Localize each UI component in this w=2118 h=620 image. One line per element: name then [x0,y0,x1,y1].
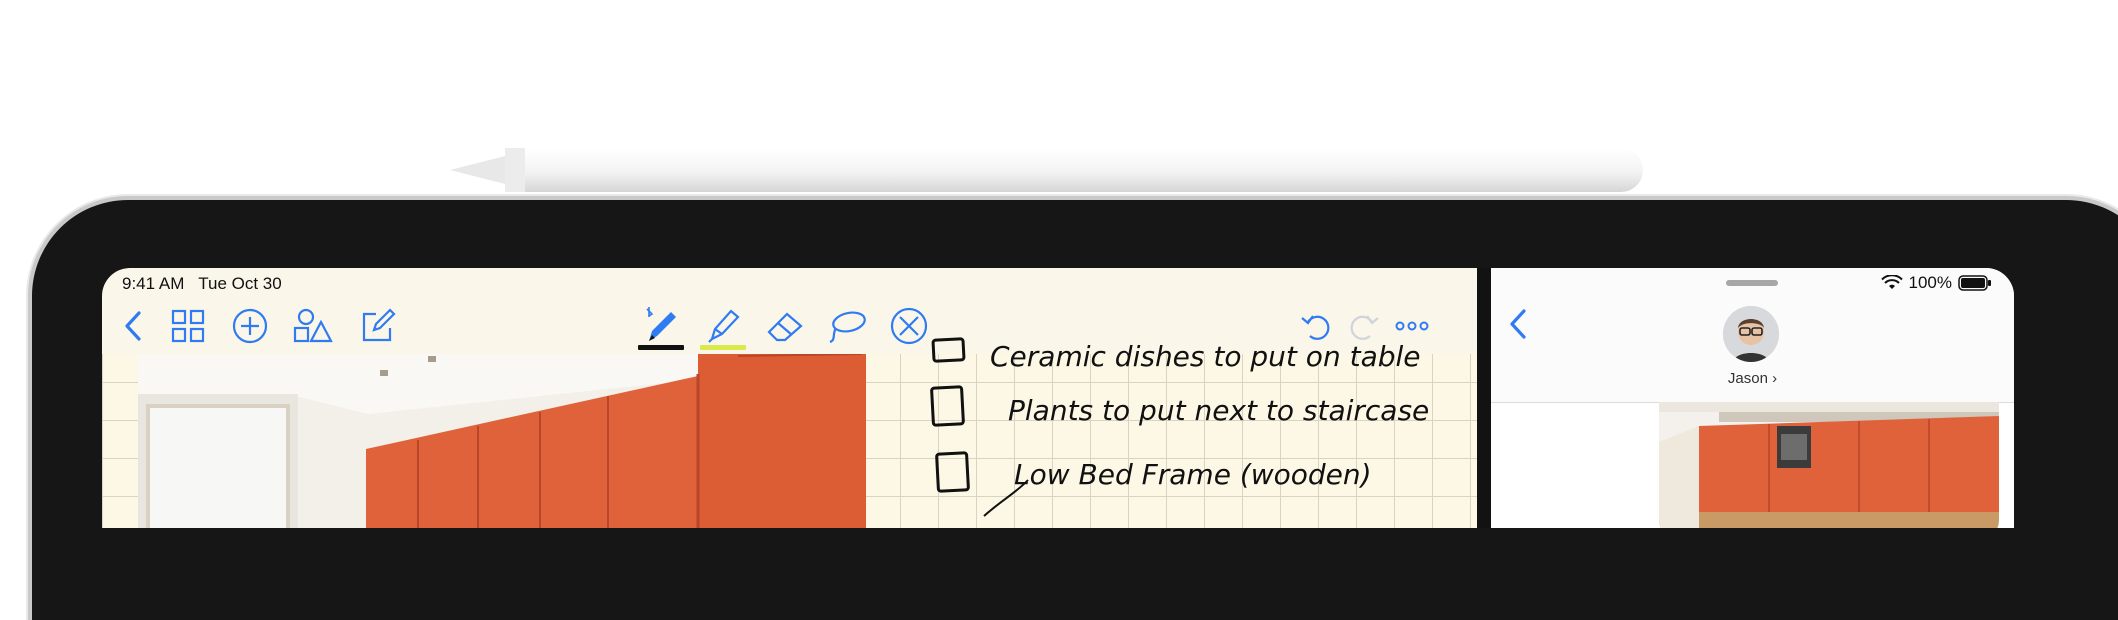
redo-icon [1350,315,1379,340]
contact-name-label: Jason [1727,370,1768,387]
split-view-divider[interactable] [1477,268,1491,528]
kitchen-photo [138,354,866,528]
status-bar-left: 9:41 AM Tue Oct 30 [122,274,282,294]
highlighter-tool[interactable] [700,298,746,354]
note-line: Ceramic dishes to put on table [990,340,1421,373]
apple-pencil [450,148,1643,192]
shapes-icon [293,308,333,343]
lasso-icon [829,311,866,344]
add-button[interactable] [230,298,270,354]
close-tool-button[interactable] [886,298,932,354]
ipad-screen: 9:41 AM Tue Oct 30 Ceramic dishes to put… [102,268,2014,528]
add-icon [232,308,268,344]
conversation-header: 100% Jason › [1491,268,2014,403]
note-line: Plants to put next to staircase [1008,394,1430,427]
note-checkbox[interactable] [934,451,971,493]
note-checkbox[interactable] [931,337,966,363]
highlighter-icon [708,309,740,343]
handwritten-arrow [983,479,1029,517]
status-bar-right: 100% [1880,273,1992,293]
thumbnails-button[interactable] [168,298,208,354]
note-checkbox[interactable] [929,385,966,427]
kitchen-image [138,354,866,528]
wifi-icon [1880,275,1903,289]
battery-icon [1958,275,1991,291]
status-time: 9:41 AM [122,274,185,293]
undo-icon [1301,315,1330,340]
shapes-button[interactable] [292,298,334,354]
back-button[interactable] [118,298,148,354]
eraser-tool[interactable] [762,298,808,354]
avatar-image [1723,306,1779,362]
eraser-icon [767,312,803,342]
pen-icon [646,307,676,341]
chevron-right-icon: › [1772,370,1778,387]
highlighter-color-swatch [700,345,746,350]
pen-tool[interactable] [638,298,684,354]
kitchen-photo-thumbnail [1659,402,1999,528]
back-icon [1510,309,1526,339]
compose-icon [362,308,396,342]
contact-avatar[interactable] [1723,306,1779,362]
thumbnails-icon [171,309,205,343]
compose-button[interactable] [358,298,398,354]
note-line: Low Bed Frame (wooden) [1014,458,1372,491]
close-tool-icon [890,307,928,345]
more-icon [1395,321,1429,331]
status-date: Tue Oct 30 [198,274,282,293]
slide-over-grabber[interactable] [1726,280,1778,286]
messages-back-button[interactable] [1509,308,1527,345]
notes-app: 9:41 AM Tue Oct 30 Ceramic dishes to put… [102,268,1477,528]
messages-app: 100% Jason › [1491,268,2014,528]
message-photo[interactable] [1659,402,1999,528]
lasso-tool[interactable] [824,298,870,354]
contact-name[interactable]: Jason › [1491,370,2014,387]
back-icon [125,311,141,341]
pen-color-swatch [638,345,684,350]
battery-percent: 100% [1908,273,1952,292]
